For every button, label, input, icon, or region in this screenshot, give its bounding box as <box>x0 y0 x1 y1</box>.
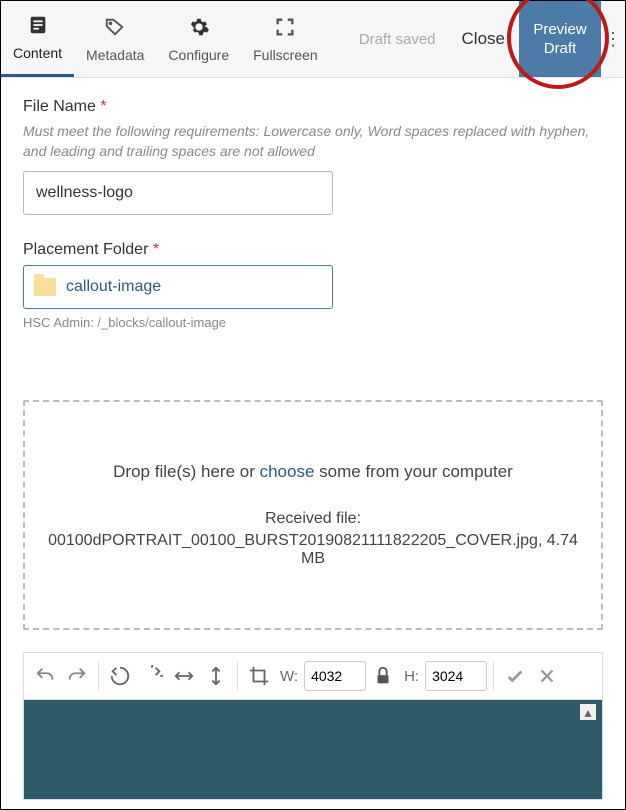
close-button[interactable]: Close <box>448 1 519 77</box>
received-label: Received file: <box>47 510 579 528</box>
folder-path: HSC Admin: /_blocks/callout-image <box>23 315 603 330</box>
file-name-label: File Name * <box>23 98 603 116</box>
more-menu-button[interactable]: ⋮ <box>601 1 625 77</box>
file-dropzone[interactable]: Drop file(s) here or choose some from yo… <box>23 400 603 630</box>
flip-horizontal-button[interactable] <box>169 659 199 693</box>
rotate-right-button[interactable] <box>137 659 167 693</box>
preview-draft-button[interactable]: Preview Draft <box>519 1 601 77</box>
top-toolbar: Content Metadata Configure Fullscreen Dr… <box>1 1 625 78</box>
content-icon <box>27 14 49 41</box>
height-input[interactable] <box>425 661 487 691</box>
folder-icon <box>34 278 56 296</box>
redo-button[interactable] <box>62 659 92 693</box>
width-input[interactable] <box>304 661 366 691</box>
tab-label: Fullscreen <box>253 47 318 63</box>
collapse-icon[interactable]: ▴ <box>580 704 596 720</box>
crop-button[interactable] <box>244 659 274 693</box>
lock-aspect-button[interactable] <box>368 659 398 693</box>
width-label: W: <box>280 668 298 685</box>
tag-icon <box>104 16 126 43</box>
file-name-hint: Must meet the following requirements: Lo… <box>23 122 603 161</box>
tab-metadata[interactable]: Metadata <box>74 1 156 77</box>
fullscreen-icon <box>274 16 296 43</box>
tab-label: Configure <box>168 47 229 63</box>
flip-vertical-button[interactable] <box>201 659 231 693</box>
cancel-button[interactable] <box>532 659 562 693</box>
tab-content[interactable]: Content <box>1 1 74 77</box>
placement-folder-label: Placement Folder * <box>23 241 603 259</box>
height-label: H: <box>404 668 419 685</box>
image-preview: ▴ <box>23 700 603 800</box>
tab-label: Metadata <box>86 47 144 63</box>
choose-link[interactable]: choose <box>260 462 315 481</box>
image-editor-toolbar: W: H: <box>23 652 603 700</box>
draft-saved-text: Draft saved <box>347 1 448 77</box>
tab-fullscreen[interactable]: Fullscreen <box>241 1 330 77</box>
gear-icon <box>188 16 210 43</box>
folder-value: callout-image <box>66 278 161 296</box>
tab-configure[interactable]: Configure <box>156 1 241 77</box>
undo-button[interactable] <box>30 659 60 693</box>
rotate-left-button[interactable] <box>105 659 135 693</box>
file-name-input[interactable] <box>23 171 333 215</box>
confirm-button[interactable] <box>500 659 530 693</box>
tab-label: Content <box>13 45 62 61</box>
received-file: 00100dPORTRAIT_00100_BURST20190821111822… <box>47 532 579 568</box>
placement-folder-select[interactable]: callout-image <box>23 265 333 309</box>
dropzone-instruction: Drop file(s) here or choose some from yo… <box>47 462 579 482</box>
